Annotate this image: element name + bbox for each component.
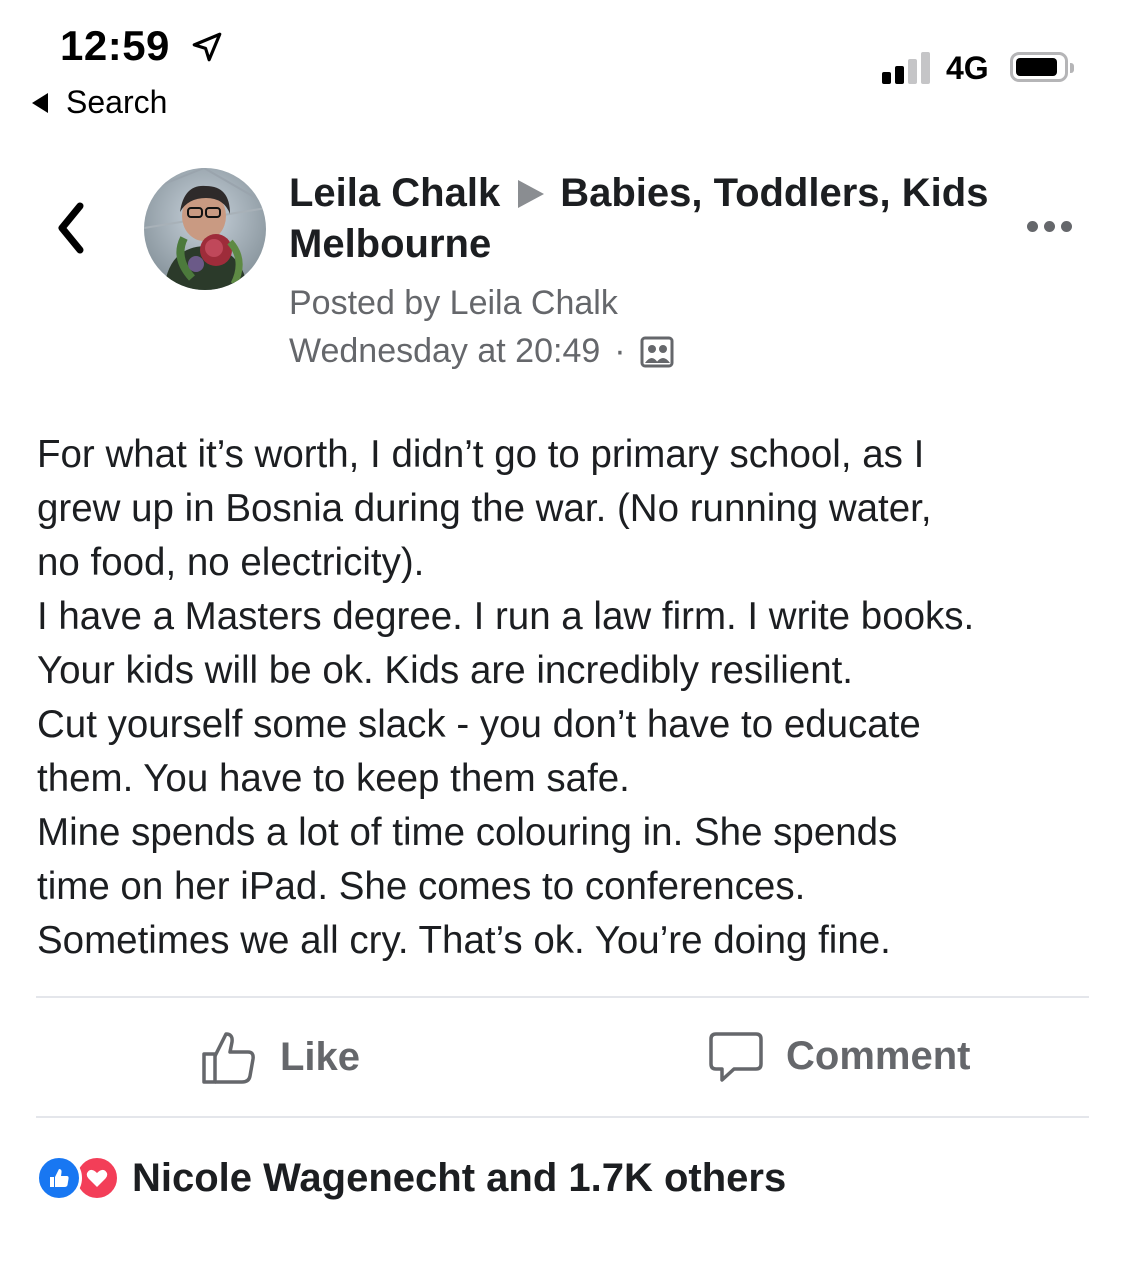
post-body-line: Sometimes we all cry. That’s ok. You’re … <box>37 919 891 962</box>
post-body-line: Cut yourself some slack - you don’t have… <box>37 703 921 746</box>
reactions-summary[interactable]: Nicole Wagenecht and 1.7K others <box>36 1155 786 1201</box>
divider <box>36 1116 1089 1118</box>
signal-strength-icon <box>882 52 930 84</box>
author-name[interactable]: Leila Chalk <box>289 171 500 215</box>
like-button[interactable]: Like <box>200 1028 360 1086</box>
author-avatar[interactable] <box>144 168 266 290</box>
meta-separator: · <box>614 332 626 370</box>
post-body-line: time on her iPad. She comes to conferenc… <box>37 865 806 908</box>
shared-to-arrow-icon <box>518 180 545 208</box>
back-to-app-link[interactable]: Search <box>32 84 167 121</box>
divider <box>36 996 1089 998</box>
post-body-line: For what it’s worth, I didn’t go to prim… <box>37 433 925 476</box>
posted-by-text: Posted by Leila Chalk <box>289 284 618 322</box>
comment-label: Comment <box>786 1033 971 1078</box>
post-body-line: grew up in Bosnia during the war. (No ru… <box>37 487 932 530</box>
group-audience-icon <box>640 336 674 367</box>
post-body: For what it’s worth, I didn’t go to prim… <box>37 428 1097 968</box>
post-body-line: I have a Masters degree. I run a law fir… <box>37 595 975 638</box>
post-timestamp[interactable]: Wednesday at 20:49 <box>289 332 600 371</box>
comment-button[interactable]: Comment <box>708 1028 970 1084</box>
chevron-left-icon[interactable] <box>50 198 94 258</box>
post-body-line: no food, no electricity). <box>37 541 425 584</box>
location-arrow-icon <box>192 32 222 62</box>
battery-icon <box>1010 52 1074 82</box>
back-to-app-label: Search <box>66 84 168 120</box>
post-meta: Wednesday at 20:49 · <box>289 332 674 371</box>
more-options-icon[interactable] <box>1027 221 1072 232</box>
back-triangle-icon <box>32 92 48 113</box>
post-header-title: Leila Chalk Babies, Toddlers, Kids Melbou… <box>289 168 989 270</box>
reactions-summary-text[interactable]: Nicole Wagenecht and 1.7K others <box>132 1156 786 1201</box>
status-time: 12:59 <box>60 22 170 69</box>
network-type: 4G <box>946 50 989 86</box>
post-body-line: Mine spends a lot of time colouring in. … <box>37 811 898 854</box>
post-body-line: them. You have to keep them safe. <box>37 757 630 800</box>
like-reaction-icon <box>36 1155 82 1201</box>
like-label: Like <box>280 1034 361 1079</box>
comment-bubble-icon <box>709 1032 763 1082</box>
thumbs-up-icon <box>202 1032 255 1084</box>
post-body-line: Your kids will be ok. Kids are incredibl… <box>37 649 854 692</box>
